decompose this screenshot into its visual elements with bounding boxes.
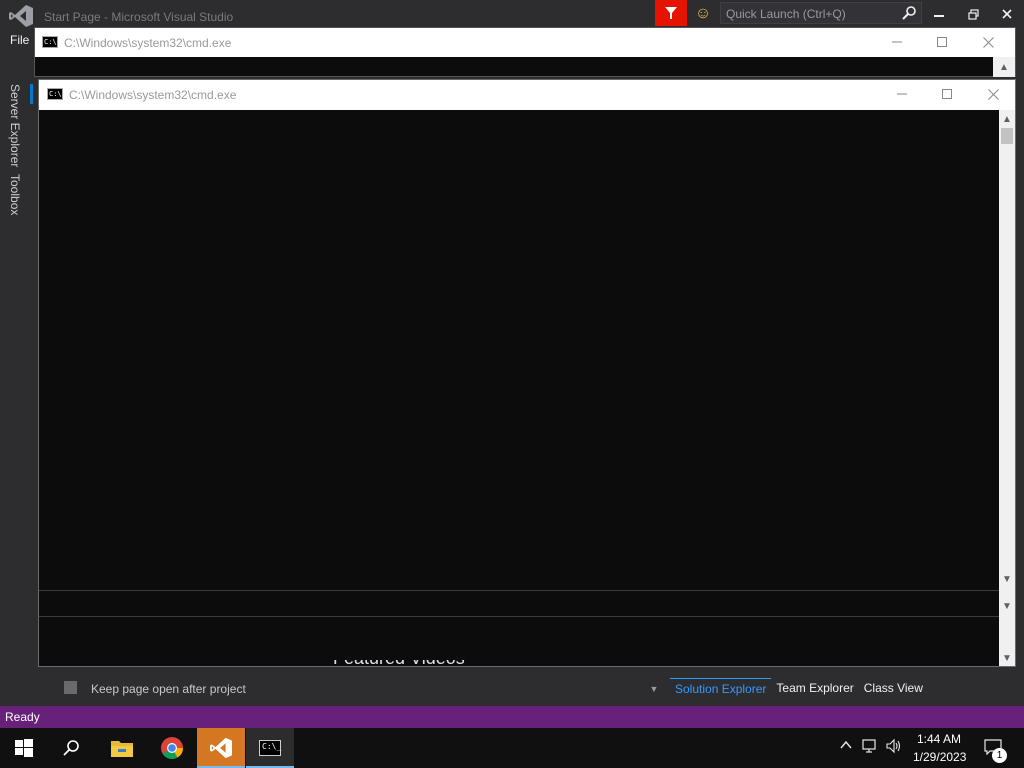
cmd-front-close-button[interactable]: [981, 84, 1005, 104]
keep-page-open-label: Keep page open after project: [91, 682, 246, 696]
tab-solution-explorer[interactable]: Solution Explorer: [670, 678, 772, 700]
taskbar-file-explorer[interactable]: [98, 728, 146, 768]
taskbar-cmd[interactable]: C:\_: [246, 728, 294, 768]
cmd-window-front[interactable]: C:\ C:\Windows\system32\cmd.exe ▲ ▼ ▼ ▼: [38, 79, 1016, 667]
clock-date[interactable]: 1/29/2023: [913, 750, 966, 764]
taskbar-visual-studio[interactable]: [197, 728, 245, 768]
file-explorer-icon: [111, 741, 133, 757]
tab-class-view[interactable]: Class View: [859, 678, 928, 700]
close-icon: [987, 88, 999, 100]
visual-studio-logo-icon: [9, 5, 33, 27]
show-hidden-icons-chevron-icon[interactable]: [840, 738, 852, 753]
volume-icon[interactable]: [885, 738, 903, 757]
start-page-scroll-down-icon[interactable]: ▼: [647, 682, 661, 696]
side-tab-toolbox[interactable]: Toolbox: [8, 174, 22, 215]
search-icon: [63, 740, 79, 756]
cmd-back-title-bar[interactable]: C:\ C:\Windows\system32\cmd.exe: [35, 28, 1015, 57]
cmd-console-output[interactable]: [39, 110, 999, 666]
cmd-front-title: C:\Windows\system32\cmd.exe: [69, 88, 237, 102]
minimize-icon: [897, 93, 907, 95]
cmd-back-title: C:\Windows\system32\cmd.exe: [64, 36, 232, 50]
clock-time[interactable]: 1:44 AM: [917, 732, 961, 746]
close-button[interactable]: [997, 4, 1017, 24]
restore-icon: [967, 8, 979, 20]
cmd-window-back[interactable]: C:\ C:\Windows\system32\cmd.exe ▲: [34, 27, 1016, 77]
taskbar-search-button[interactable]: [48, 728, 96, 768]
featured-videos-heading: Featured Videos: [333, 660, 465, 668]
keep-page-open-checkbox[interactable]: [64, 681, 77, 694]
scroll-up-arrow-icon[interactable]: ▲: [1001, 112, 1013, 126]
status-bar: [0, 706, 1024, 728]
cmd-front-title-bar[interactable]: C:\ C:\Windows\system32\cmd.exe: [39, 80, 1015, 110]
minimize-button[interactable]: [929, 4, 949, 24]
cmd-back-scrollbar[interactable]: ▲: [993, 57, 1015, 77]
feedback-button[interactable]: [655, 0, 687, 26]
windows-start-icon: [15, 739, 33, 757]
cmd-front-maximize-button[interactable]: [935, 84, 959, 104]
search-icon[interactable]: [901, 5, 917, 21]
close-icon: [1002, 9, 1012, 19]
bottom-tool-tabs: Solution Explorer Team Explorer Class Vi…: [670, 678, 928, 700]
cmd-front-minimize-button[interactable]: [890, 84, 914, 104]
notification-count-badge: 1: [992, 748, 1007, 763]
quick-launch-input[interactable]: Quick Launch (Ctrl+Q): [720, 2, 922, 24]
network-icon[interactable]: [862, 738, 880, 757]
cmd-back-maximize-button[interactable]: [930, 32, 954, 52]
cmd-icon: C:\_: [259, 740, 281, 756]
taskbar-chrome[interactable]: [148, 728, 196, 768]
status-text: Ready: [5, 710, 40, 724]
quick-launch-placeholder: Quick Launch (Ctrl+Q): [726, 7, 846, 21]
chrome-icon: [161, 737, 183, 759]
send-feedback-smiley-icon[interactable]: ☺: [692, 3, 714, 25]
close-icon: [982, 36, 994, 48]
side-tab-accent: [30, 84, 33, 104]
scroll-down-arrow-icon[interactable]: ▼: [1001, 599, 1013, 613]
scroll-down-arrow-icon[interactable]: ▼: [1001, 651, 1013, 665]
featured-videos-text: Featured Videos: [333, 660, 465, 668]
scroll-up-arrow-icon[interactable]: ▲: [998, 60, 1010, 74]
side-tab-server-explorer[interactable]: Server Explorer: [8, 84, 22, 167]
cmd-back-minimize-button[interactable]: [885, 32, 909, 52]
minimize-icon: [892, 41, 902, 43]
minimize-icon: [934, 15, 944, 17]
cmd-icon: C:\: [47, 88, 63, 100]
tab-team-explorer[interactable]: Team Explorer: [771, 678, 858, 700]
maximize-icon: [942, 89, 952, 99]
side-tool-tabs: Server Explorer Toolbox: [0, 82, 32, 232]
console-divider: [39, 616, 999, 617]
scrollbar-thumb[interactable]: [1001, 128, 1013, 144]
restore-button[interactable]: [963, 4, 983, 24]
start-button[interactable]: [0, 728, 48, 768]
scroll-down-arrow-icon[interactable]: ▼: [1001, 572, 1013, 586]
cmd-back-close-button[interactable]: [976, 32, 1000, 52]
window-title: Start Page - Microsoft Visual Studio: [44, 10, 234, 24]
cmd-icon: C:\: [42, 36, 58, 48]
visual-studio-icon: [210, 737, 232, 759]
menu-file[interactable]: File: [10, 33, 29, 47]
maximize-icon: [937, 37, 947, 47]
funnel-icon: [665, 7, 677, 19]
console-divider: [39, 590, 999, 591]
